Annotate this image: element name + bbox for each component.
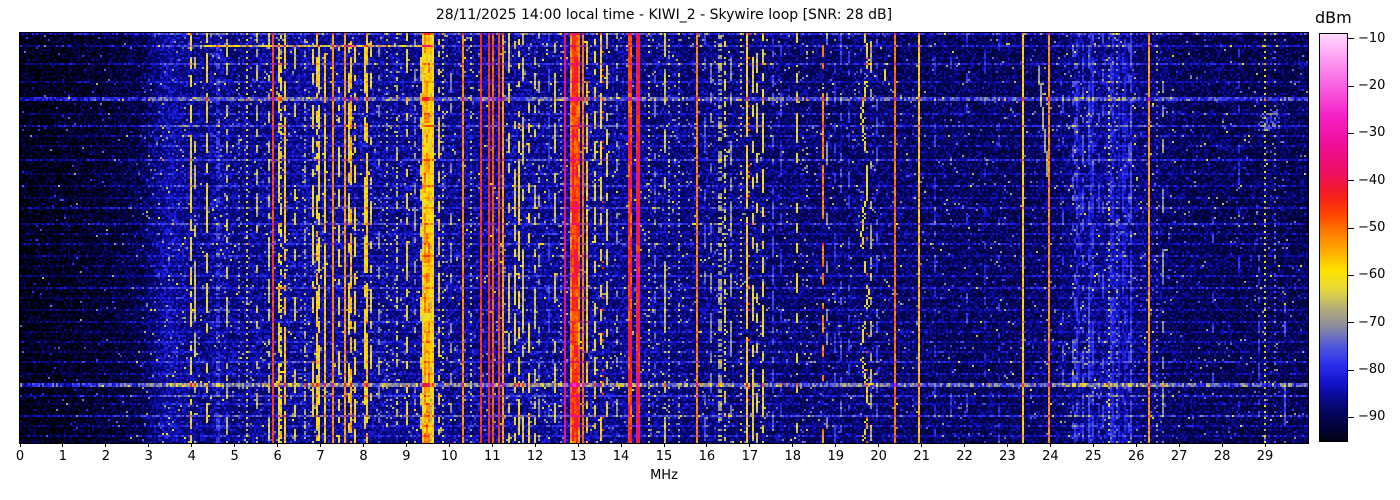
x-axis-tick xyxy=(878,443,880,447)
x-axis-tick xyxy=(405,443,407,447)
colorbar-tick xyxy=(1348,38,1354,40)
colorbar-gradient-canvas xyxy=(1320,34,1347,441)
x-axis-tick xyxy=(105,443,107,447)
x-axis-tick xyxy=(1092,443,1094,447)
x-tick-label: 16 xyxy=(698,449,716,464)
colorbar-tick-label: −90 xyxy=(1358,409,1386,425)
x-axis-tick xyxy=(62,443,64,447)
x-tick-label: 14 xyxy=(612,449,630,464)
x-tick-label: 3 xyxy=(144,449,153,464)
x-axis-label: MHz xyxy=(650,468,678,483)
x-axis-tick xyxy=(835,443,837,447)
x-tick-label: 21 xyxy=(913,449,930,464)
colorbar-tick xyxy=(1348,416,1354,418)
colorbar-tick xyxy=(1348,180,1354,182)
x-axis-tick xyxy=(663,443,665,447)
x-axis-tick xyxy=(620,443,622,447)
x-axis-tick xyxy=(448,443,450,447)
x-tick-label: 18 xyxy=(784,449,802,464)
colorbar-tick-label: −20 xyxy=(1358,78,1386,94)
x-tick-label: 29 xyxy=(1256,449,1274,464)
x-axis-tick xyxy=(577,443,579,447)
x-axis-tick xyxy=(320,443,322,447)
x-tick-label: 2 xyxy=(101,449,110,464)
x-axis-tick xyxy=(1135,443,1137,447)
x-axis-tick xyxy=(491,443,493,447)
chart-title: 28/11/2025 14:00 local time - KIWI_2 - S… xyxy=(435,7,893,23)
x-tick-label: 9 xyxy=(402,449,411,464)
x-tick-label: 11 xyxy=(483,449,501,464)
x-tick-label: 24 xyxy=(1042,449,1059,464)
x-tick-label: 10 xyxy=(441,449,458,464)
x-axis-tick xyxy=(362,443,364,447)
x-tick-label: 23 xyxy=(999,449,1016,464)
colorbar-tick xyxy=(1348,274,1354,276)
colorbar-tick xyxy=(1348,369,1354,371)
x-axis-tick xyxy=(191,443,193,447)
x-tick-label: 1 xyxy=(58,449,68,464)
colorbar-tick-label: −30 xyxy=(1358,125,1386,141)
x-tick-label: 19 xyxy=(827,449,844,464)
x-tick-label: 27 xyxy=(1170,449,1188,464)
colorbar-tick-label: −10 xyxy=(1358,30,1386,46)
colorbar-tick-label: −40 xyxy=(1358,172,1386,188)
x-axis-tick xyxy=(706,443,708,447)
colorbar-tick xyxy=(1348,85,1354,87)
x-axis-tick xyxy=(792,443,794,447)
waterfall-plot xyxy=(19,32,1309,444)
colorbar-tick xyxy=(1348,227,1354,229)
x-tick-label: 7 xyxy=(316,449,325,464)
colorbar xyxy=(1319,33,1348,442)
x-tick-label: 15 xyxy=(655,449,673,464)
colorbar-title: dBm xyxy=(1315,8,1352,27)
colorbar-tick-label: −60 xyxy=(1358,267,1386,283)
x-axis-tick xyxy=(749,443,751,447)
x-tick-label: 4 xyxy=(187,449,196,464)
x-axis-tick xyxy=(277,443,279,447)
waterfall-canvas xyxy=(20,33,1308,443)
x-tick-label: 8 xyxy=(359,449,368,464)
x-tick-label: 5 xyxy=(230,449,239,464)
spectrogram-figure: 28/11/2025 14:00 local time - KIWI_2 - S… xyxy=(0,0,1400,500)
x-tick-label: 12 xyxy=(526,449,544,464)
x-tick-label: 13 xyxy=(569,449,587,464)
x-axis-tick xyxy=(921,443,923,447)
x-axis-tick xyxy=(1221,443,1223,447)
x-tick-label: 26 xyxy=(1127,449,1145,464)
x-tick-label: 6 xyxy=(273,449,282,464)
colorbar-tick xyxy=(1348,132,1354,134)
colorbar-tick-label: −70 xyxy=(1358,314,1386,330)
x-axis-tick xyxy=(19,443,21,447)
x-tick-label: 22 xyxy=(956,449,973,464)
x-tick-label: 0 xyxy=(15,449,25,464)
x-axis-tick xyxy=(234,443,236,447)
x-axis-tick xyxy=(148,443,150,447)
colorbar-tick-label: −50 xyxy=(1358,220,1386,236)
x-tick-label: 25 xyxy=(1085,449,1102,464)
x-tick-label: 28 xyxy=(1213,449,1231,464)
x-tick-label: 20 xyxy=(870,449,887,464)
colorbar-tick-label: −80 xyxy=(1358,362,1386,377)
x-axis-tick xyxy=(964,443,966,447)
x-tick-label: 17 xyxy=(741,449,759,464)
x-axis-tick xyxy=(1264,443,1266,447)
x-axis-tick xyxy=(1006,443,1008,447)
x-axis-tick xyxy=(534,443,536,447)
x-axis-tick xyxy=(1049,443,1051,447)
x-axis-tick xyxy=(1178,443,1180,447)
colorbar-tick xyxy=(1348,322,1354,324)
